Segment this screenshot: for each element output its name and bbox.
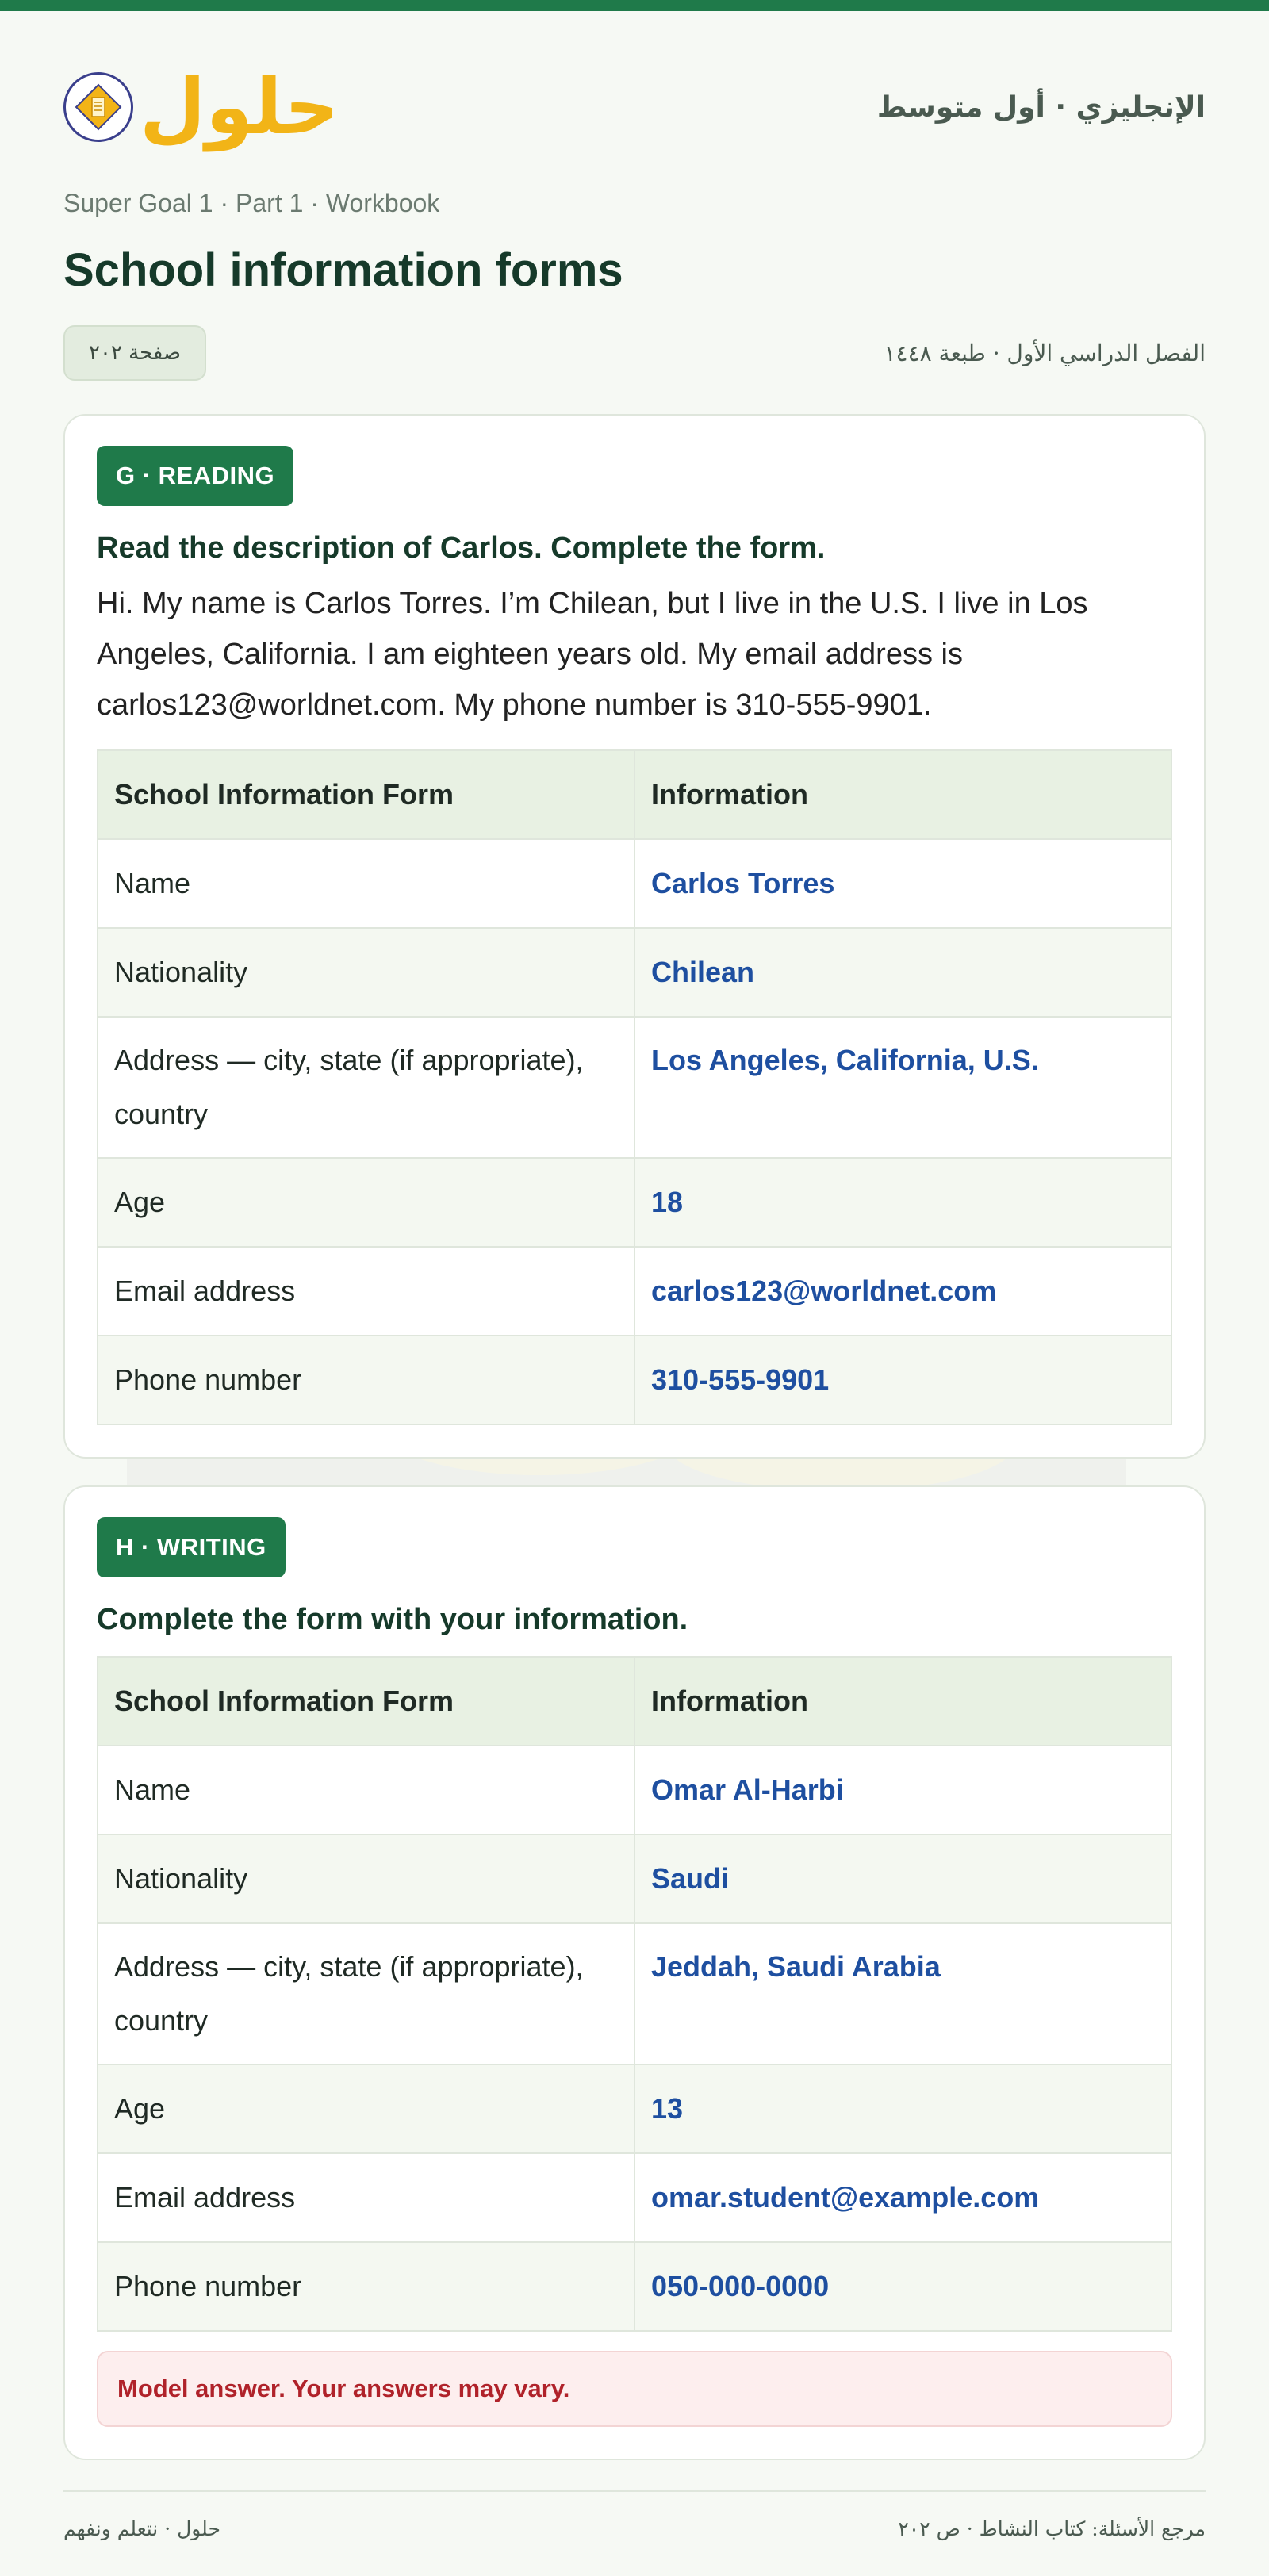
column-header-information: Information xyxy=(634,749,1172,840)
table-row: Nationality Chilean xyxy=(97,927,1172,1018)
subject-label: الإنجليزي · أول متوسط xyxy=(876,90,1206,124)
logo-wordmark: حلول xyxy=(140,63,341,151)
table-row: Name Carlos Torres xyxy=(97,838,1172,929)
table-row: Name Omar Al-Harbi xyxy=(97,1745,1172,1835)
field-value: Los Angeles, California, U.S. xyxy=(634,1016,1172,1159)
writing-card: H · WRITING Complete the form with your … xyxy=(63,1485,1206,2460)
field-label: Age xyxy=(97,1157,635,1248)
column-header-form: School Information Form xyxy=(97,749,635,840)
field-label: Name xyxy=(97,1745,635,1835)
field-label: Phone number xyxy=(97,1335,635,1425)
meta-row: صفحة ٢٠٢ الفصل الدراسي الأول · طبعة ١٤٤٨ xyxy=(63,325,1206,381)
footer-reference: مرجع الأسئلة: كتاب النشاط · ص ٢٠٢ xyxy=(898,2517,1206,2540)
writing-form-table: School Information Form Information Name… xyxy=(97,1656,1172,2332)
table-row: Age 13 xyxy=(97,2064,1172,2154)
table-row: Phone number 050-000-0000 xyxy=(97,2241,1172,2332)
field-value: 13 xyxy=(634,2064,1172,2154)
table-row: Address — city, state (if appropriate), … xyxy=(97,1016,1172,1159)
field-label: Age xyxy=(97,2064,635,2154)
table-row: Age 18 xyxy=(97,1157,1172,1248)
breadcrumb: Super Goal 1 · Part 1 · Workbook xyxy=(63,189,440,217)
field-label: Nationality xyxy=(97,927,635,1018)
edition-label: الفصل الدراسي الأول · طبعة ١٤٤٨ xyxy=(884,339,1206,366)
field-value: carlos123@worldnet.com xyxy=(634,1246,1172,1336)
field-value: omar.student@example.com xyxy=(634,2152,1172,2243)
field-label: Phone number xyxy=(97,2241,635,2332)
field-value: Omar Al-Harbi xyxy=(634,1745,1172,1835)
field-label: Email address xyxy=(97,1246,635,1336)
field-label: Nationality xyxy=(97,1834,635,1924)
writing-section-tag: H · WRITING xyxy=(97,1517,286,1577)
field-value: 310-555-9901 xyxy=(634,1335,1172,1425)
footer-brand: حلول · نتعلم ونفهم xyxy=(63,2517,220,2540)
table-row: Nationality Saudi xyxy=(97,1834,1172,1924)
field-value: Chilean xyxy=(634,927,1172,1018)
field-label: Address — city, state (if appropriate), … xyxy=(97,1016,635,1159)
field-label: Email address xyxy=(97,2152,635,2243)
field-value: Saudi xyxy=(634,1834,1172,1924)
top-accent-bar xyxy=(0,0,1269,11)
field-value: 050-000-0000 xyxy=(634,2241,1172,2332)
page-number-badge: صفحة ٢٠٢ xyxy=(63,325,207,381)
table-row: Address — city, state (if appropriate), … xyxy=(97,1922,1172,2065)
reading-card: G · READING Read the description of Carl… xyxy=(63,414,1206,1459)
field-value: Jeddah, Saudi Arabia xyxy=(634,1922,1172,2065)
column-header-form: School Information Form xyxy=(97,1656,635,1746)
logo-emblem-icon xyxy=(63,72,133,142)
brand-logo[interactable]: حلول xyxy=(63,63,341,151)
field-value: 18 xyxy=(634,1157,1172,1248)
model-answer-note: Model answer. Your answers may vary. xyxy=(97,2351,1172,2427)
reading-passage: Hi. My name is Carlos Torres. I’m Chilea… xyxy=(97,587,1088,722)
writing-instruction: Complete the form with your information. xyxy=(97,1603,688,1636)
table-header-row: School Information Form Information xyxy=(97,749,1172,840)
table-header-row: School Information Form Information xyxy=(97,1656,1172,1746)
page-header: حلول الإنجليزي · أول متوسط xyxy=(63,11,1206,198)
reading-form-table: School Information Form Information Name… xyxy=(97,749,1172,1425)
page-footer: حلول · نتعلم ونفهم مرجع الأسئلة: كتاب ال… xyxy=(63,2490,1206,2559)
field-value: Carlos Torres xyxy=(634,838,1172,929)
page-title: School information forms xyxy=(63,244,623,296)
table-row: Email address omar.student@example.com xyxy=(97,2152,1172,2243)
table-row: Phone number 310-555-9901 xyxy=(97,1335,1172,1425)
column-header-information: Information xyxy=(634,1656,1172,1746)
reading-instruction: Read the description of Carlos. Complete… xyxy=(97,531,826,565)
reading-section-tag: G · READING xyxy=(97,446,294,506)
field-label: Name xyxy=(97,838,635,929)
field-label: Address — city, state (if appropriate), … xyxy=(97,1922,635,2065)
table-row: Email address carlos123@worldnet.com xyxy=(97,1246,1172,1336)
